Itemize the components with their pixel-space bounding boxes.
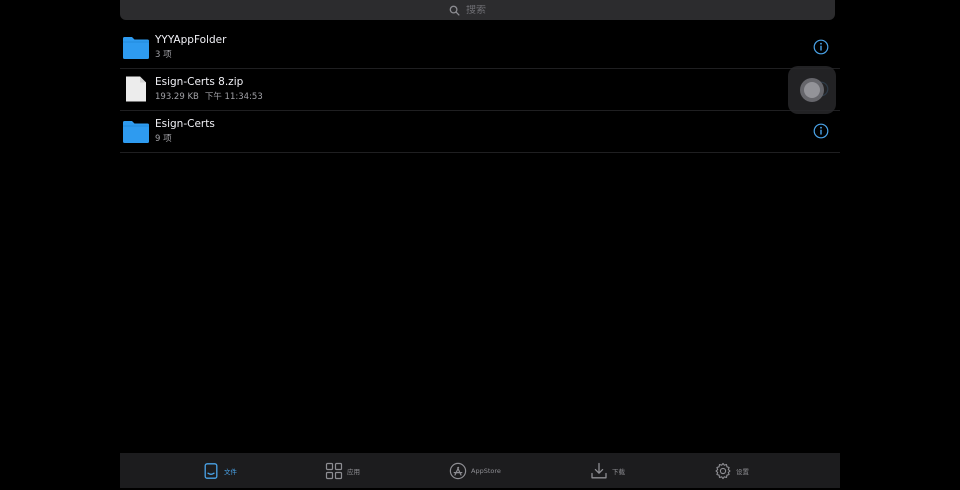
file-browser-screen: YYYAppFolder 3 项 Esign-Certs 8.zip 193.2…: [0, 0, 960, 490]
tab-appstore[interactable]: AppStore: [449, 453, 501, 488]
apps-grid-icon: [325, 462, 343, 480]
file-tab-icon: [202, 462, 220, 480]
file-meta: 9 项: [155, 133, 215, 145]
folder-icon: [122, 117, 150, 145]
tab-label: 应用: [347, 467, 360, 476]
tab-label: 文件: [224, 467, 237, 476]
tab-label: 下载: [612, 467, 625, 476]
info-icon[interactable]: [813, 123, 829, 139]
info-icon[interactable]: [813, 39, 829, 55]
file-meta: 3 项: [155, 49, 226, 61]
search-icon: [449, 1, 460, 20]
tab-label: AppStore: [471, 466, 501, 475]
gear-icon: [714, 462, 732, 480]
search-bar[interactable]: [120, 0, 835, 20]
item-count: 9 项: [155, 134, 172, 144]
file-name: Esign-Certs: [155, 118, 215, 130]
folder-icon: [122, 33, 150, 61]
file-name: YYYAppFolder: [155, 34, 227, 46]
file-list: YYYAppFolder 3 项 Esign-Certs 8.zip 193.2…: [120, 27, 840, 153]
file-meta: 193.29 KB 下午 11:34:53: [155, 91, 263, 103]
file-row-esign-certs[interactable]: Esign-Certs 9 项: [120, 111, 840, 153]
search-input[interactable]: [466, 4, 506, 16]
assistive-touch-ring: [800, 78, 824, 102]
download-icon: [590, 462, 608, 480]
zip-file-icon: [122, 75, 150, 103]
appstore-icon: [449, 462, 467, 480]
file-row-esign-certs-zip[interactable]: Esign-Certs 8.zip 193.29 KB 下午 11:34:53: [120, 69, 840, 111]
tab-downloads[interactable]: 下载: [590, 453, 625, 488]
tab-apps[interactable]: 应用: [325, 453, 360, 488]
assistive-touch-button[interactable]: [788, 66, 836, 114]
file-time: 下午 11:34:53: [204, 92, 263, 102]
file-size: 193.29 KB: [155, 92, 199, 102]
assistive-touch-dot: [804, 82, 820, 98]
file-row-yyyappfolder[interactable]: YYYAppFolder 3 项: [120, 27, 840, 69]
tab-files[interactable]: 文件: [202, 453, 237, 488]
tab-settings[interactable]: 设置: [714, 453, 749, 488]
tab-bar: 文件 应用 AppStore 下载 设置: [120, 453, 840, 488]
item-count: 3 项: [155, 50, 172, 60]
tab-label: 设置: [736, 467, 749, 476]
file-name: Esign-Certs 8.zip: [155, 76, 244, 88]
